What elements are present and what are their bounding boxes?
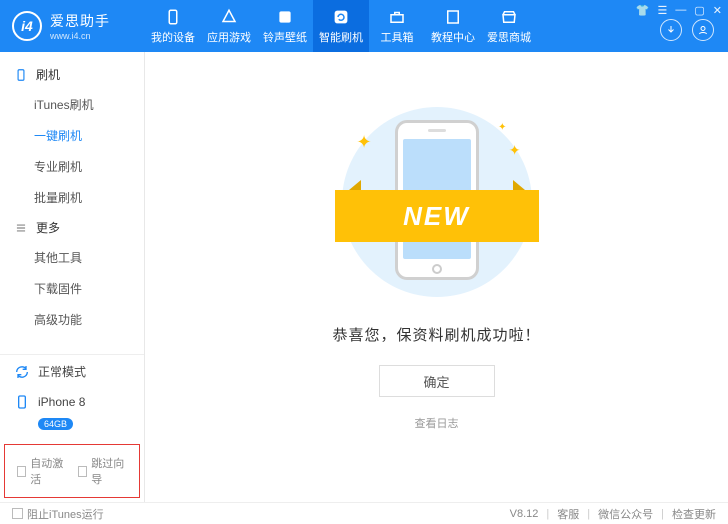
device-name: iPhone 8	[38, 395, 85, 409]
nav-toolbox[interactable]: 工具箱	[369, 0, 425, 52]
main-content: ✦ ✦ ✦ NEW 恭喜您，保资料刷机成功啦！ 确定 查看日志	[145, 52, 728, 502]
nav-ringtones[interactable]: 铃声壁纸	[257, 0, 313, 52]
window-controls: 👕 ☰ — ▢ ✕	[636, 4, 722, 17]
refresh-icon	[332, 8, 350, 26]
device-mode[interactable]: 正常模式	[0, 355, 144, 388]
logo-icon: i4	[12, 11, 42, 41]
maximize-icon[interactable]: ▢	[694, 4, 704, 17]
checkbox-icon	[78, 466, 87, 477]
sidebar-item-advanced[interactable]: 高级功能	[34, 304, 144, 335]
close-icon[interactable]: ✕	[713, 4, 722, 17]
nav-my-device[interactable]: 我的设备	[145, 0, 201, 52]
version-label: V8.12	[510, 508, 539, 520]
appstore-icon	[220, 8, 238, 26]
sidebar-group-more[interactable]: 更多	[0, 213, 144, 242]
app-header: 👕 ☰ — ▢ ✕ i4 爱思助手 www.i4.cn 我的设备 应用游戏 铃声…	[0, 0, 728, 52]
shop-icon	[500, 8, 518, 26]
music-icon	[276, 8, 294, 26]
sidebar-item-other-tools[interactable]: 其他工具	[34, 242, 144, 273]
checkbox-icon	[17, 466, 26, 477]
new-ribbon: NEW	[335, 190, 539, 242]
sparkle-icon: ✦	[498, 122, 506, 133]
sidebar-item-itunes-flash[interactable]: iTunes刷机	[34, 89, 144, 120]
device-icon	[14, 394, 30, 410]
sidebar-item-download-firmware[interactable]: 下载固件	[34, 273, 144, 304]
check-update-link[interactable]: 检查更新	[672, 506, 716, 522]
download-button[interactable]	[660, 19, 682, 41]
view-log-link[interactable]: 查看日志	[415, 415, 459, 431]
list-icon	[14, 221, 28, 235]
book-icon	[444, 8, 462, 26]
sidebar-group-flash[interactable]: 刷机	[0, 60, 144, 89]
brand-name: 爱思助手	[50, 11, 110, 31]
sidebar-item-oneclick-flash[interactable]: 一键刷机	[34, 120, 144, 151]
minimize-icon[interactable]: —	[675, 4, 686, 17]
success-illustration: ✦ ✦ ✦ NEW	[327, 102, 547, 302]
user-button[interactable]	[692, 19, 714, 41]
nav-apps[interactable]: 应用游戏	[201, 0, 257, 52]
toolbox-icon	[388, 8, 406, 26]
menu-icon[interactable]: ☰	[658, 4, 668, 17]
sparkle-icon: ✦	[509, 142, 521, 159]
sync-icon	[14, 364, 30, 380]
sidebar-item-batch-flash[interactable]: 批量刷机	[34, 182, 144, 213]
success-message: 恭喜您，保资料刷机成功啦！	[332, 324, 540, 345]
storage-badge: 64GB	[38, 418, 73, 430]
logo: i4 爱思助手 www.i4.cn	[0, 11, 145, 41]
nav-flash[interactable]: 智能刷机	[313, 0, 369, 52]
checkbox-block-itunes[interactable]: 阻止iTunes运行	[12, 506, 104, 522]
flash-options: 自动激活 跳过向导	[4, 444, 140, 498]
ok-button[interactable]: 确定	[379, 365, 495, 397]
checkbox-skip-guide[interactable]: 跳过向导	[78, 455, 127, 487]
device-info[interactable]: iPhone 8 64GB	[0, 388, 144, 440]
checkbox-auto-activate[interactable]: 自动激活	[17, 455, 66, 487]
sidebar-item-pro-flash[interactable]: 专业刷机	[34, 151, 144, 182]
checkbox-icon	[12, 508, 23, 519]
support-link[interactable]: 客服	[557, 506, 579, 522]
nav-tutorials[interactable]: 教程中心	[425, 0, 481, 52]
phone-icon	[164, 8, 182, 26]
nav-mall[interactable]: 爱思商城	[481, 0, 537, 52]
status-bar: 阻止iTunes运行 V8.12 | 客服 | 微信公众号 | 检查更新	[0, 502, 728, 524]
sparkle-icon: ✦	[357, 132, 372, 153]
phone-outline-icon	[14, 68, 28, 82]
brand-url: www.i4.cn	[50, 31, 110, 41]
shirt-icon[interactable]: 👕	[636, 4, 650, 17]
main-nav: 我的设备 应用游戏 铃声壁纸 智能刷机 工具箱 教程中心 爱思商城	[145, 0, 537, 52]
sidebar: 刷机 iTunes刷机 一键刷机 专业刷机 批量刷机 更多 其他工具 下载固件 …	[0, 52, 145, 502]
wechat-link[interactable]: 微信公众号	[598, 506, 653, 522]
